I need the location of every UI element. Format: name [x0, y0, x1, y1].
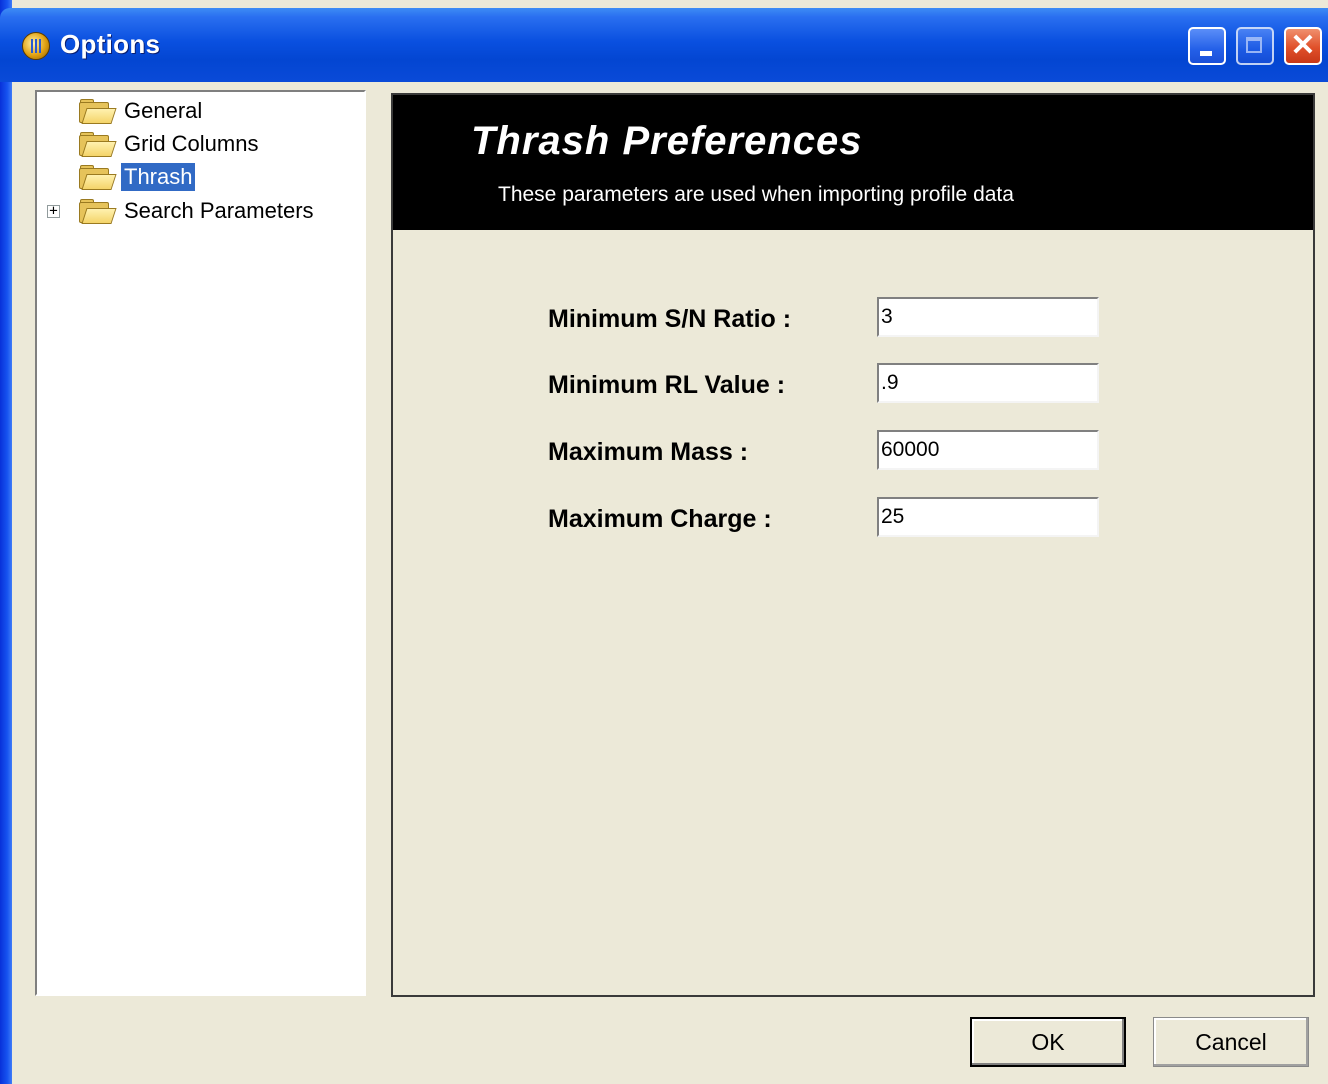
window-left-border: [0, 0, 12, 1084]
tree-item-grid-columns[interactable]: Grid Columns: [79, 129, 261, 159]
preferences-panel: Thrash Preferences These parameters are …: [391, 93, 1315, 997]
panel-subtitle: These parameters are used when importing…: [498, 183, 1014, 206]
folder-open-icon: [79, 199, 117, 224]
close-icon: ✕: [1290, 29, 1316, 62]
folder-open-icon: [79, 99, 117, 124]
tree-item-general[interactable]: General: [79, 96, 205, 126]
folder-open-icon: [79, 132, 117, 157]
window-title: Options: [60, 29, 161, 59]
tree-item-label: Search Parameters: [124, 198, 314, 223]
min-sn-ratio-input[interactable]: [877, 297, 1099, 337]
close-button[interactable]: ✕: [1284, 27, 1322, 65]
minimize-button[interactable]: [1188, 27, 1226, 65]
max-mass-label: Maximum Mass :: [548, 438, 749, 466]
min-rl-value-label: Minimum RL Value :: [548, 371, 786, 399]
min-rl-value-input[interactable]: [877, 363, 1099, 403]
title-bar[interactable]: Options ✕: [0, 8, 1328, 82]
folder-open-icon: [79, 165, 117, 190]
maximize-button[interactable]: [1236, 27, 1274, 65]
max-mass-input[interactable]: [877, 430, 1099, 470]
options-dialog: Options ✕ General Grid Columns Thrash + …: [0, 0, 1328, 1084]
max-charge-input[interactable]: [877, 497, 1099, 537]
tree-item-label: Grid Columns: [124, 131, 259, 156]
ok-button[interactable]: OK: [970, 1017, 1126, 1067]
tree-item-label: Thrash: [121, 163, 196, 191]
minimize-icon: [1200, 51, 1212, 56]
tree-item-search-parameters[interactable]: Search Parameters: [79, 196, 317, 226]
options-tree[interactable]: General Grid Columns Thrash + Search Par…: [35, 90, 366, 996]
panel-header: Thrash Preferences These parameters are …: [393, 95, 1313, 230]
app-icon: [22, 32, 50, 60]
cancel-button[interactable]: Cancel: [1153, 1017, 1309, 1067]
expand-icon[interactable]: +: [47, 204, 60, 218]
tree-item-thrash[interactable]: Thrash: [79, 162, 196, 192]
panel-title: Thrash Preferences: [471, 119, 863, 163]
maximize-icon: [1246, 37, 1262, 53]
min-sn-ratio-label: Minimum S/N Ratio :: [548, 305, 792, 333]
max-charge-label: Maximum Charge :: [548, 505, 772, 533]
tree-item-label: General: [124, 98, 203, 123]
